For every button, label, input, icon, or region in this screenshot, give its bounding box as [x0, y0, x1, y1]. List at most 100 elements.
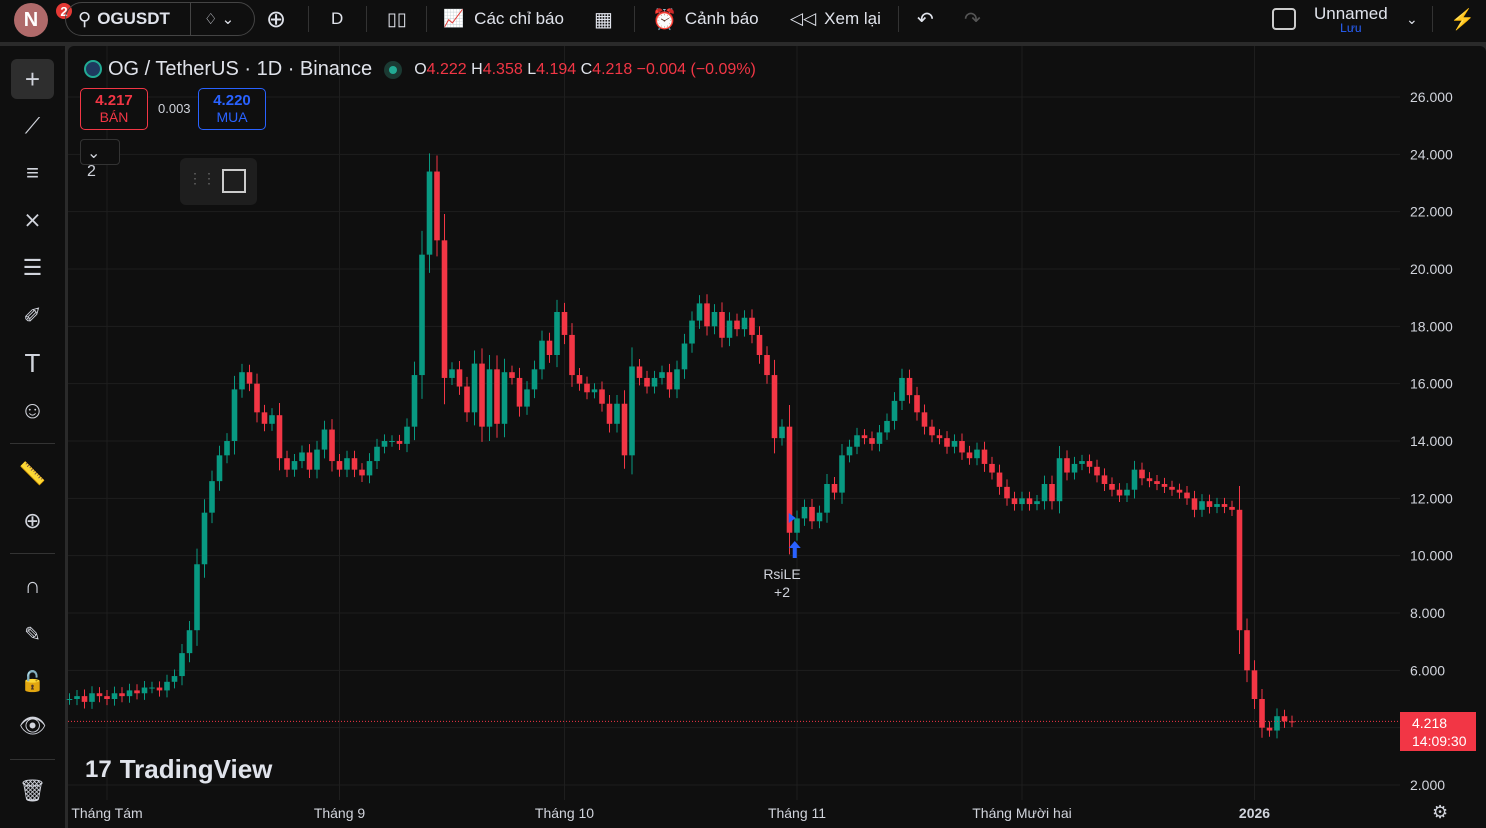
candle-body — [914, 395, 920, 413]
candle-body — [1229, 506, 1235, 510]
candle-body — [501, 372, 508, 424]
y-tick-label: 10.000 — [1410, 548, 1453, 564]
x-tick-label: 2026 — [1239, 805, 1270, 821]
candle-body — [81, 696, 88, 702]
candle-body — [629, 366, 635, 456]
candle-body — [749, 317, 755, 335]
candle-body — [801, 506, 808, 519]
candle-body — [381, 441, 388, 447]
candle-body — [1221, 504, 1228, 507]
candle-body — [141, 687, 148, 694]
candle-body — [1161, 484, 1168, 487]
settings-gear-icon[interactable]: ⚙ — [1432, 802, 1448, 823]
x-tick-label: Tháng Tám — [71, 805, 142, 821]
candle-body — [389, 441, 395, 442]
candle-body — [674, 369, 680, 390]
candle-body — [1169, 486, 1175, 490]
candle-body — [96, 693, 103, 697]
candle-body — [321, 429, 328, 450]
y-tick-label: 6.000 — [1410, 662, 1445, 678]
rectangle-icon[interactable] — [222, 169, 246, 193]
candle-body — [179, 653, 185, 677]
open-label: O — [414, 60, 427, 78]
candle-body — [1049, 484, 1055, 502]
candle-body — [261, 412, 268, 424]
tradingview-logo: 17 TradingView — [85, 754, 272, 785]
candle-body — [561, 312, 568, 335]
candle-body — [876, 432, 883, 444]
y-tick-label: 22.000 — [1410, 204, 1453, 220]
low-value: 4.194 — [536, 60, 577, 78]
candle-body — [186, 630, 193, 654]
candle-body — [314, 449, 320, 470]
collapse-indicators-button[interactable]: ⌄ 2 — [80, 139, 120, 180]
candle-body — [134, 690, 140, 694]
low-label: L — [527, 60, 537, 78]
candle-body — [164, 681, 170, 691]
buy-price: 4.220 — [213, 92, 251, 109]
candle-body — [989, 463, 995, 473]
candle-body — [599, 389, 605, 404]
candle-body — [704, 303, 710, 327]
floating-drawing-toolbar: ⋮⋮ — [180, 158, 257, 205]
candle-body — [809, 506, 815, 522]
candle-body — [1274, 716, 1280, 731]
candle-body — [471, 363, 478, 413]
last-price-label: 4.218 14:09:30 — [1400, 712, 1476, 751]
candle-body — [1244, 630, 1250, 671]
bar-countdown: 14:09:30 — [1412, 733, 1467, 749]
tv-logo-icon: 17 — [85, 755, 112, 783]
candle-body — [1266, 727, 1273, 731]
candle-body — [771, 375, 778, 439]
candle-body — [689, 320, 695, 344]
candle-body — [516, 377, 523, 407]
spread-value: 0.003 — [158, 101, 191, 116]
y-tick-label: 26.000 — [1410, 89, 1453, 105]
candle-body — [494, 369, 500, 424]
x-tick-label: Tháng Mười hai — [972, 805, 1071, 821]
close-value: 4.218 — [592, 60, 633, 78]
candle-body — [411, 375, 418, 427]
candle-body — [839, 455, 845, 493]
candle-body — [269, 415, 275, 424]
candle-body — [861, 435, 868, 439]
y-tick-label: 12.000 — [1410, 490, 1453, 506]
sell-price: 4.217 — [95, 92, 133, 109]
candle-body — [359, 469, 365, 476]
candle-body — [156, 687, 163, 691]
y-tick-label: 20.000 — [1410, 261, 1453, 277]
candle-body — [711, 312, 718, 327]
x-tick-label: Tháng 10 — [535, 805, 594, 821]
candle-body — [171, 676, 178, 682]
candle-body — [246, 372, 253, 384]
y-tick-label: 2.000 — [1410, 777, 1445, 793]
marker-label: RsiLE +2 — [752, 565, 812, 601]
candle-body — [929, 426, 935, 436]
candle-body — [239, 372, 245, 390]
candle-body — [111, 693, 118, 699]
candle-body — [1004, 486, 1010, 499]
candle-body — [201, 512, 208, 565]
candle-body — [831, 484, 838, 493]
candle-body — [816, 512, 823, 522]
candle-body — [764, 355, 770, 376]
candle-body — [344, 458, 350, 470]
drag-handle-icon[interactable]: ⋮⋮ — [188, 170, 216, 187]
candle-body — [719, 312, 725, 338]
buy-button[interactable]: 4.220 MUA — [198, 88, 266, 130]
candle-body — [539, 340, 545, 370]
candle-body — [1214, 504, 1220, 507]
candle-body — [614, 403, 620, 424]
candle-body — [456, 369, 463, 387]
candle-body — [441, 240, 448, 378]
candle-body — [591, 389, 598, 393]
candle-body — [1281, 716, 1288, 722]
candle-body — [1011, 498, 1018, 505]
candle-body — [734, 320, 740, 330]
candle-body — [104, 696, 110, 699]
candle-body — [569, 334, 575, 376]
change-value: −0.004 (−0.09%) — [636, 60, 756, 78]
candle-body — [284, 458, 290, 470]
candle-body — [216, 455, 223, 482]
sell-button[interactable]: 4.217 BÁN — [80, 88, 148, 130]
